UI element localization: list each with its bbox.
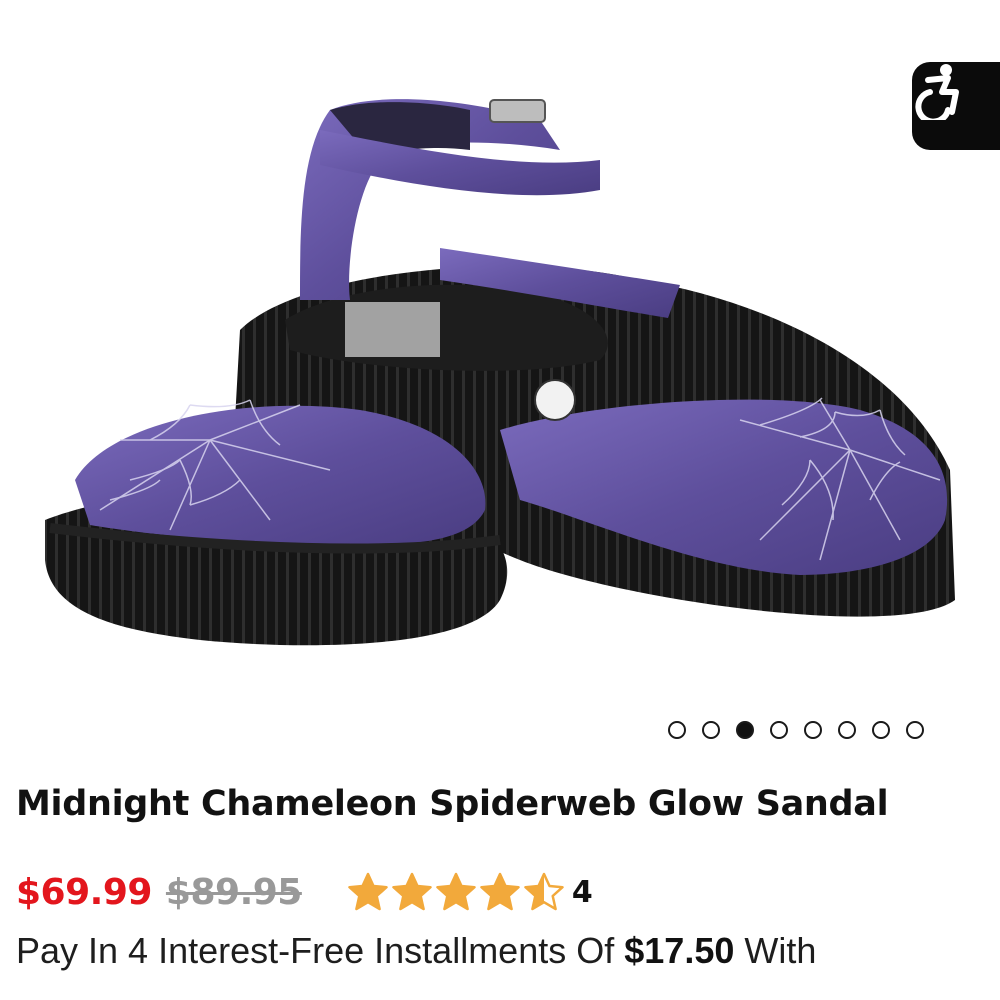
gallery-dot[interactable] xyxy=(736,721,754,739)
gallery-dot[interactable] xyxy=(702,721,720,739)
star-half-icon xyxy=(524,872,564,911)
gallery-dot[interactable] xyxy=(906,721,924,739)
gallery-dot[interactable] xyxy=(838,721,856,739)
gallery-dot[interactable] xyxy=(668,721,686,739)
product-image-gallery[interactable] xyxy=(0,0,1000,690)
star-full-icon xyxy=(348,872,388,911)
price-row: $69.99 $89.95 4 xyxy=(16,864,593,920)
gallery-dot[interactable] xyxy=(872,721,890,739)
compare-at-price: $89.95 xyxy=(165,871,302,913)
installment-amount: $17.50 xyxy=(624,930,735,971)
review-count[interactable]: 4 xyxy=(572,875,593,910)
installments-suffix: With xyxy=(734,930,817,971)
star-full-icon xyxy=(436,872,476,911)
gallery-pagination xyxy=(668,719,924,741)
product-title: Midnight Chameleon Spiderweb Glow Sandal xyxy=(16,784,889,824)
gallery-dot[interactable] xyxy=(770,721,788,739)
accessibility-button[interactable] xyxy=(912,62,1000,150)
wheelchair-icon xyxy=(915,64,959,120)
star-rating[interactable] xyxy=(348,872,564,912)
installments-prefix: Pay In 4 Interest-Free Installments Of xyxy=(16,930,625,971)
product-image xyxy=(45,99,955,646)
star-full-icon xyxy=(480,872,520,911)
gallery-dot[interactable] xyxy=(804,721,822,739)
sale-price: $69.99 xyxy=(16,871,152,913)
star-full-icon xyxy=(392,872,432,911)
installments-text: Pay In 4 Interest-Free Installments Of $… xyxy=(16,930,816,972)
